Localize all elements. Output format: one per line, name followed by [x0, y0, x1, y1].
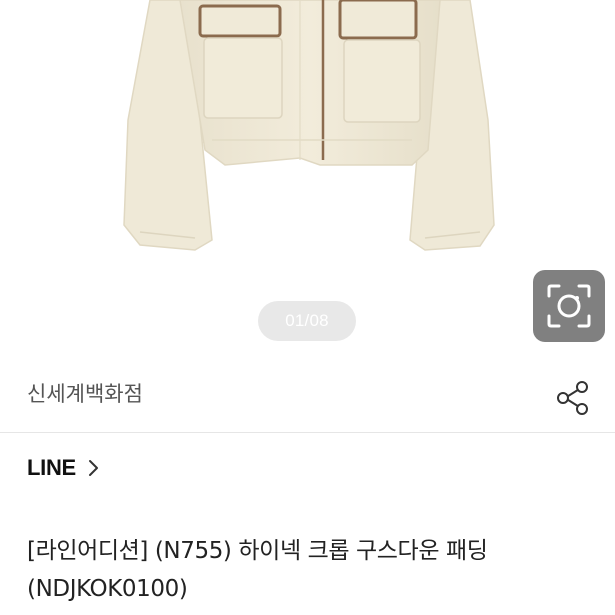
- store-name[interactable]: 신세계백화점: [27, 378, 143, 408]
- brand-link[interactable]: LINE: [27, 452, 100, 484]
- image-search-button[interactable]: [533, 270, 605, 342]
- product-title: [라인어디션] (N755) 하이넥 크롭 구스다운 패딩 (NDJKOK010…: [27, 538, 488, 602]
- chevron-right-icon: [88, 459, 100, 477]
- camera-lens-icon: [547, 284, 591, 328]
- image-page-indicator: 01/08: [258, 301, 356, 341]
- store-row: 신세계백화점: [0, 360, 615, 432]
- share-icon: [557, 381, 588, 415]
- product-detail-screen: 01/08 신세계백화점 LINE [라인어디션] (N755) 하이넥 크롭 …: [0, 0, 615, 615]
- share-button[interactable]: [553, 378, 593, 418]
- section-divider: [0, 432, 615, 433]
- product-image[interactable]: 01/08: [0, 0, 615, 360]
- brand-name: LINE: [27, 455, 76, 480]
